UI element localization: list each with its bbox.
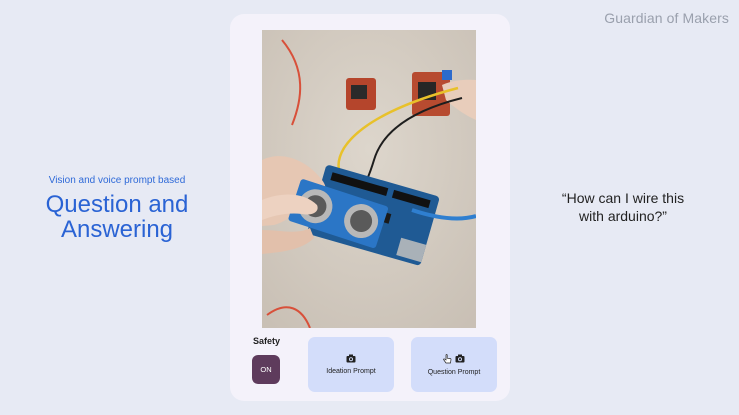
feature-title-line1: Question and <box>45 191 189 218</box>
camera-preview <box>262 30 476 328</box>
hand-pointer-icon <box>443 353 452 366</box>
safety-toggle-label: ON <box>260 365 272 374</box>
ideation-prompt-label: Ideation Prompt <box>326 368 376 375</box>
safety-label: Safety <box>253 336 281 346</box>
brand-title: Guardian of Makers <box>604 10 729 26</box>
camera-icon <box>455 354 465 365</box>
question-prompt-label: Question Prompt <box>427 368 481 376</box>
feature-heading: Vision and voice prompt based Question a… <box>24 175 210 242</box>
voice-quote: “How can I wire this with arduino?” <box>548 189 698 225</box>
question-prompt-button[interactable]: Question Prompt <box>411 337 497 392</box>
feature-title: Question and Answering <box>24 192 210 242</box>
voice-quote-line2: with arduino?” <box>579 208 667 224</box>
voice-quote-line1: “How can I wire this <box>561 190 685 206</box>
feature-title-line2: Answering <box>60 216 174 243</box>
phone-app-panel: Safety ON Ideation Prompt Question Promp… <box>230 14 510 401</box>
feature-subtitle: Vision and voice prompt based <box>48 175 186 186</box>
camera-icon <box>346 354 356 365</box>
camera-preview-image <box>262 30 476 328</box>
safety-toggle[interactable]: ON <box>252 355 280 384</box>
ideation-prompt-button[interactable]: Ideation Prompt <box>308 337 394 392</box>
